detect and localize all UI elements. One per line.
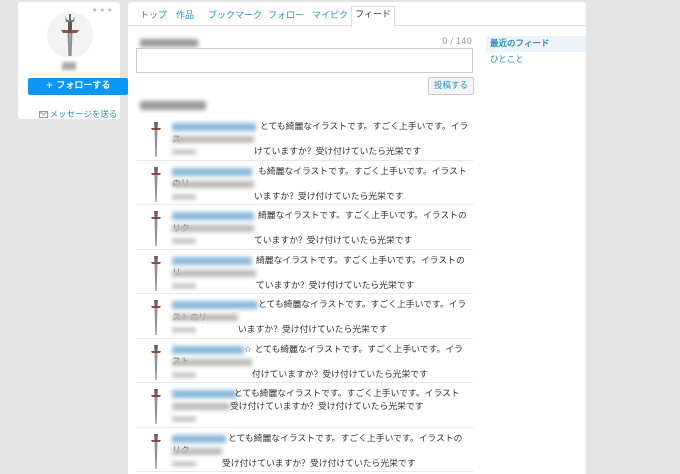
feed-comment-line2: けていますか？受け付けていたら光栄です xyxy=(254,147,422,157)
feed-blurred-text xyxy=(172,403,230,410)
feed-comment-line2: 付けていますか？受け付けていたら光栄です xyxy=(252,369,428,380)
feed-comment-line2: ていますか？受け付けていたら光栄です xyxy=(256,280,415,291)
tab-mypixiv[interactable]: マイピク xyxy=(312,8,348,21)
sidebar-item-hitokoto[interactable]: ひとこと xyxy=(486,52,586,68)
sword-avatar-icon[interactable] xyxy=(150,209,162,247)
envelope-icon xyxy=(38,111,48,118)
feed-comment-line2: 受け付けていますか？受け付けていたら光栄です xyxy=(222,458,416,469)
feed-timestamp xyxy=(172,149,196,155)
feed-text-spacer xyxy=(172,344,244,352)
feed-blurred-text xyxy=(172,314,238,321)
feed-comment-line2: 受け付けていますか？受け付けていたら光栄です xyxy=(230,401,424,412)
feed-timestamp xyxy=(172,193,196,200)
tab-bar: トップ 作品 ブックマーク フォロー マイピク フィード xyxy=(128,2,586,27)
feed-timestamp xyxy=(172,416,196,422)
tab-bookmarks[interactable]: ブックマーク xyxy=(208,8,262,21)
composer-label xyxy=(140,39,198,47)
feed-blurred-text xyxy=(172,269,256,277)
feed-blurred-text xyxy=(172,180,254,188)
feed-item[interactable]: とても綺麗なイラストです。すごく上手いです。イラスけていますか？受け付けていたら… xyxy=(136,116,473,161)
send-message-link[interactable]: メッセージを送る xyxy=(18,108,138,120)
feed-item[interactable]: も綺麗なイラストです。すごく上手いです。イラストのリいますか？受け付けていたら光… xyxy=(136,161,473,205)
feed-timestamp xyxy=(172,371,196,378)
follow-button[interactable]: + フォローする xyxy=(28,78,128,95)
feed-text-spacer xyxy=(172,121,260,129)
feed-blurred-text xyxy=(172,225,254,232)
feed-comment-line2: いますか？受け付けていたら光栄です xyxy=(254,191,404,202)
send-message-label: メッセージを送る xyxy=(49,110,118,120)
feed-item[interactable]: ☆ とても綺麗なイラストです。すごく上手いです。イラスト付けていますか？受け付け… xyxy=(136,339,473,383)
avatar[interactable] xyxy=(47,12,93,58)
feed-timestamp xyxy=(172,327,196,333)
feed-text-spacer xyxy=(172,210,258,218)
feed-timestamp xyxy=(172,238,196,244)
more-dots-icon[interactable]: ••• xyxy=(92,5,114,16)
sword-avatar-icon[interactable] xyxy=(150,120,162,158)
feed-text-spacer xyxy=(172,255,256,263)
feed-item[interactable]: とても綺麗なイラストです。すごく上手いです。イラストのリいますか？受け付けていた… xyxy=(136,294,473,339)
sword-avatar-icon[interactable] xyxy=(150,298,162,336)
feed-text-spacer xyxy=(172,433,228,441)
username xyxy=(62,62,76,70)
sword-avatar-icon[interactable] xyxy=(150,343,162,381)
feed-text-spacer xyxy=(172,299,258,307)
sword-avatar-icon[interactable] xyxy=(150,432,162,470)
feed-blurred-text xyxy=(172,358,252,366)
char-count: 0 / 140 xyxy=(442,37,472,47)
feed-item[interactable]: 綺麗なイラストです。すごく上手いです。イラストのリクていますか？受け付けていたら… xyxy=(136,205,473,250)
sword-avatar-icon[interactable] xyxy=(150,254,162,292)
feed-sidebar: 最近のフィード ひとこと xyxy=(486,36,586,68)
tab-feed[interactable]: フィード xyxy=(351,6,395,27)
feed-list: とても綺麗なイラストです。すごく上手いです。イラスけていますか？受け付けていたら… xyxy=(136,116,473,472)
sword-avatar-icon xyxy=(47,12,93,58)
feed-item[interactable]: とても綺麗なイラストです。すごく上手いです。イラスト受け付けていますか？受け付け… xyxy=(136,383,473,428)
feed-blurred-text xyxy=(172,136,254,143)
feed-item[interactable]: とても綺麗なイラストです。すごく上手いです。イラストのリク受け付けていますか？受… xyxy=(136,428,473,472)
sword-avatar-icon[interactable] xyxy=(150,165,162,203)
feed-comment-line2: ていますか？受け付けていたら光栄です xyxy=(254,236,413,246)
feed-timestamp xyxy=(172,460,196,467)
feed-timestamp xyxy=(172,282,196,289)
feed-comment-line2: いますか？受け付けていたら光栄です xyxy=(238,325,388,335)
feed-blurred-text xyxy=(172,447,222,455)
profile-card: ••• + フォローする メッセージを送る xyxy=(18,2,128,120)
main-panel: トップ 作品 ブックマーク フォロー マイピク フィード 0 / 140 投稿す… xyxy=(128,2,586,474)
feed-text-spacer xyxy=(172,166,258,174)
feed-text-spacer xyxy=(172,388,234,396)
tab-top[interactable]: トップ xyxy=(140,8,167,21)
tab-works[interactable]: 作品 xyxy=(176,8,194,21)
sword-avatar-icon[interactable] xyxy=(150,387,162,425)
post-button[interactable]: 投稿する xyxy=(428,77,474,95)
tab-following[interactable]: フォロー xyxy=(268,8,304,21)
status-textarea[interactable] xyxy=(136,48,473,73)
feed-heading xyxy=(140,101,206,110)
sidebar-item-recent-feed[interactable]: 最近のフィード xyxy=(486,36,586,52)
feed-item[interactable]: 綺麗なイラストです。すごく上手いです。イラストのリていますか？受け付けていたら光… xyxy=(136,250,473,294)
feed-comment-line1: とても綺麗なイラストです。すごく上手いです。イラスト xyxy=(234,389,460,399)
